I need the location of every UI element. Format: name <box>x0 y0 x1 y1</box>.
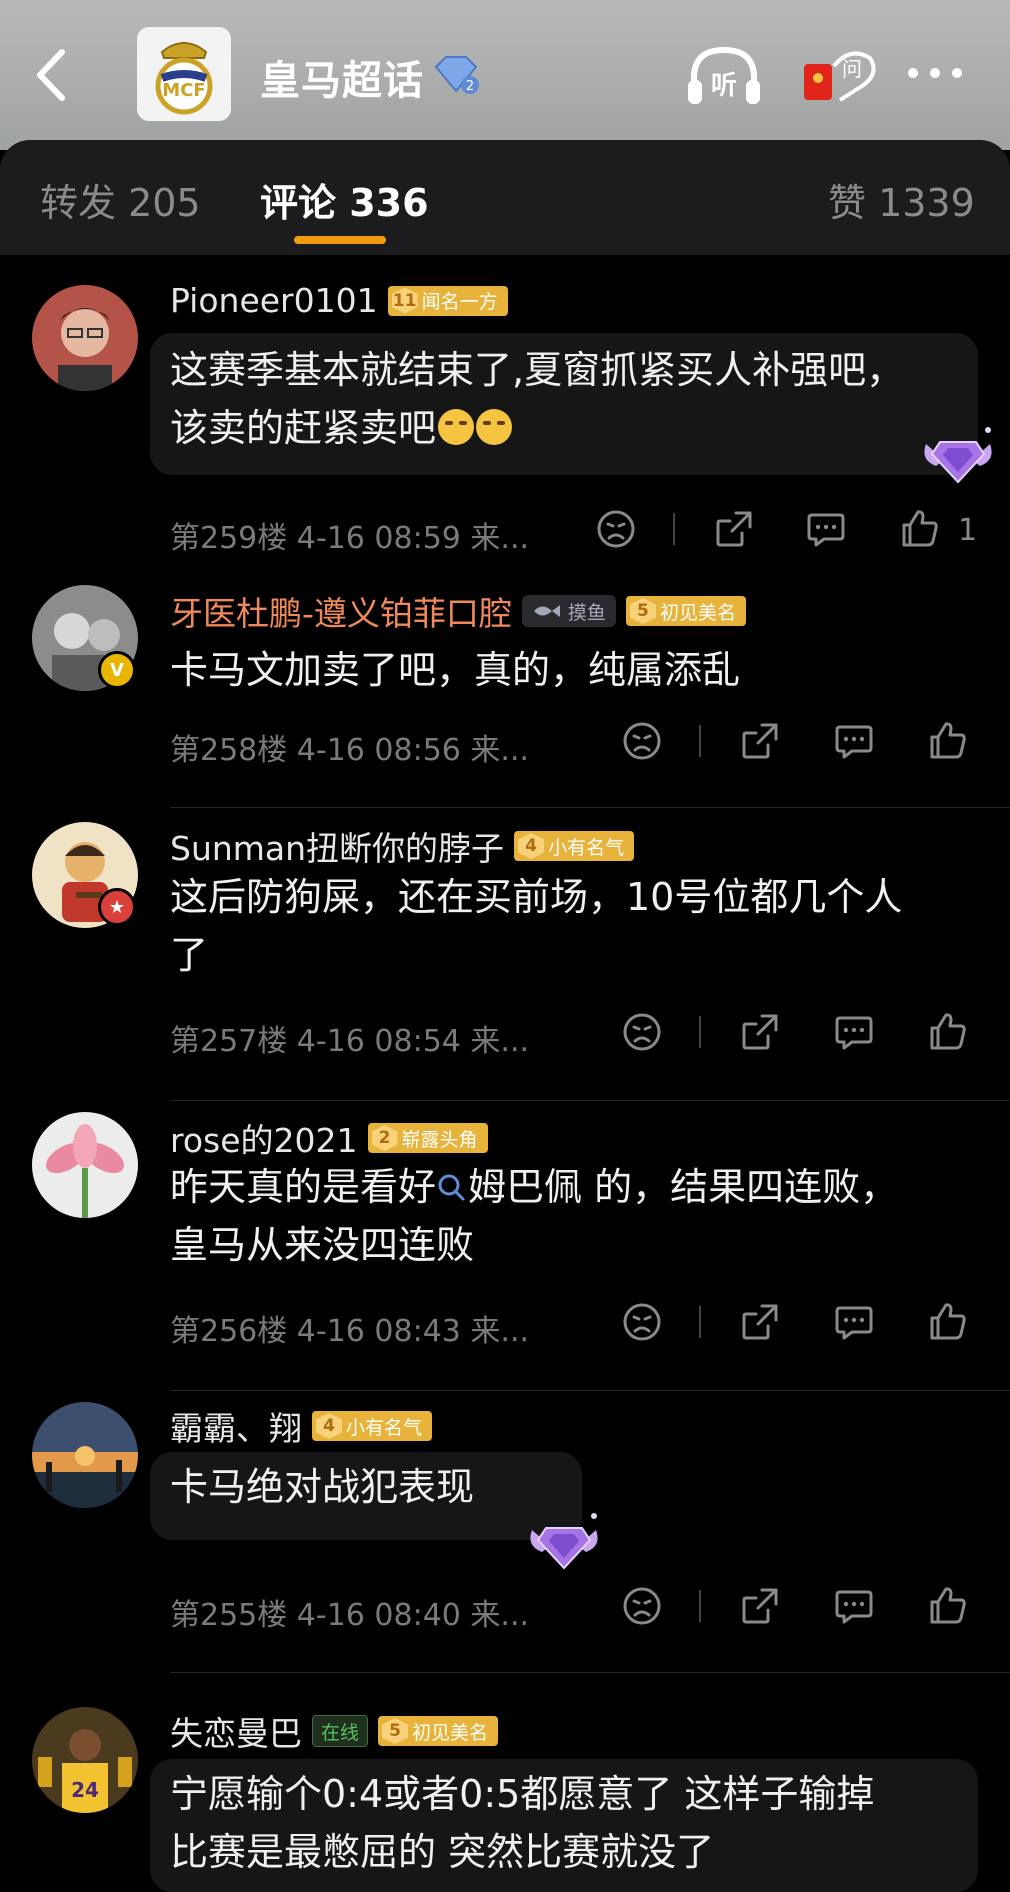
comment-item: V 牙医杜鹏-遵义铂菲口腔 摸鱼 5 初见美名 卡马文加卖了吧，真的，纯属添乱 第… <box>0 585 1010 825</box>
comment-item: 24 失恋曼巴 在线 5 初见美名 宁愿输个0:4或者0:5都愿意了 这样子输掉 … <box>0 1707 1010 1892</box>
fan-level-badge: 5 初见美名 <box>625 596 746 626</box>
diamond-rank-icon: 2 <box>432 55 482 95</box>
username[interactable]: rose的2021 <box>170 1114 358 1162</box>
page-title: 皇马超话 <box>260 58 424 104</box>
username[interactable]: Pioneer0101 <box>170 281 378 320</box>
dislike-icon[interactable] <box>620 1300 664 1344</box>
topic-link[interactable]: 姆巴佩 <box>468 1165 582 1209</box>
fish-icon <box>533 605 560 617</box>
comment-text: 卡马绝对战犯表现 <box>170 1465 475 1509</box>
comment-list: Pioneer0101 11 闻名一方 这赛季基本就结束了,夏窗抓紧买人补强吧， … <box>0 255 1010 1892</box>
dislike-icon[interactable] <box>620 1584 664 1628</box>
svg-text:MCF: MCF <box>162 80 205 101</box>
star-badge-icon: ★ <box>98 888 136 926</box>
comment-item: Pioneer0101 11 闻名一方 这赛季基本就结束了,夏窗抓紧买人补强吧， … <box>0 255 1010 556</box>
laugh-cry-emoji-icon <box>476 409 513 445</box>
comment-meta: 第256楼 4-16 08:43 来... <box>170 1314 530 1349</box>
real-madrid-logo[interactable]: MCF <box>137 27 231 121</box>
comment-meta: 第259楼 4-16 08:59 来... <box>170 521 530 556</box>
comment-meta: 第257楼 4-16 08:54 来... <box>170 1024 530 1059</box>
dislike-icon[interactable] <box>620 719 664 763</box>
dislike-icon[interactable] <box>594 507 638 551</box>
comment-meta: 第258楼 4-16 08:56 来... <box>170 733 530 768</box>
laugh-cry-emoji-icon <box>438 409 475 445</box>
username[interactable]: 牙医杜鹏-遵义铂菲口腔 <box>170 587 512 635</box>
separator <box>673 513 675 545</box>
back-arrow-icon[interactable] <box>30 40 80 110</box>
more-icon[interactable] <box>905 40 965 110</box>
comment-meta: 第255楼 4-16 08:40 来... <box>170 1598 530 1633</box>
tab-bar: 转发 205 评论 336 赞 1339 <box>0 140 1010 255</box>
tab-comments[interactable]: 评论 336 <box>260 172 429 227</box>
like-icon[interactable] <box>926 1010 970 1054</box>
tab-likes[interactable]: 赞 1339 <box>828 172 975 227</box>
separator <box>699 1590 701 1622</box>
avatar[interactable] <box>32 285 138 391</box>
comment-icon[interactable] <box>832 1010 876 1054</box>
divider <box>170 807 1010 808</box>
separator <box>699 1016 701 1048</box>
top-bar: MCF 皇马超话 2 听 问 <box>0 0 1010 150</box>
comment-item: ★ Sunman扭断你的脖子 4 小有名气 这后防狗屎，还在买前场，10号位都几个… <box>0 822 1010 1112</box>
like-icon[interactable] <box>926 1300 970 1344</box>
search-icon <box>438 1174 465 1201</box>
fan-level-badge: 5 初见美名 <box>378 1716 499 1746</box>
comment-icon[interactable] <box>804 507 848 551</box>
active-tab-indicator <box>294 236 386 244</box>
svg-text:问: 问 <box>842 57 862 81</box>
user-line: Pioneer0101 11 闻名一方 <box>170 281 508 320</box>
like-icon[interactable] <box>926 719 970 763</box>
share-icon[interactable] <box>738 1584 782 1628</box>
fan-level-badge: 11 闻名一方 <box>387 285 508 316</box>
divider <box>170 1100 1010 1101</box>
comment-text: 卡马文加卖了吧，真的，纯属添乱 <box>170 648 741 692</box>
online-badge: 在线 <box>312 1715 369 1747</box>
user-line: 失恋曼巴 在线 5 初见美名 <box>170 1707 499 1755</box>
redpacket-ask-icon[interactable]: 问 <box>800 40 880 110</box>
diamond-decoration-icon <box>918 420 998 490</box>
comment-item: 霸霸、翔 4 小有名气 卡马绝对战犯表现 第255楼 4-16 08:40 来..… <box>0 1402 1010 1692</box>
fan-level-badge: 4 小有名气 <box>514 831 635 861</box>
svg-text:24: 24 <box>71 1778 99 1802</box>
username[interactable]: 失恋曼巴 <box>170 1707 302 1755</box>
like-icon[interactable] <box>898 507 942 551</box>
avatar[interactable]: 24 <box>32 1707 138 1813</box>
share-icon[interactable] <box>738 719 782 763</box>
user-line: 霸霸、翔 4 小有名气 <box>170 1402 433 1450</box>
share-icon[interactable] <box>738 1300 782 1344</box>
username[interactable]: 霸霸、翔 <box>170 1402 302 1450</box>
user-line: rose的2021 2 崭露头角 <box>170 1114 488 1162</box>
user-line: Sunman扭断你的脖子 4 小有名气 <box>170 822 635 870</box>
dislike-icon[interactable] <box>620 1010 664 1054</box>
separator <box>699 725 701 757</box>
comment-text: 这后防狗屎，还在买前场，10号位都几个人 了 <box>170 875 903 977</box>
comment-item: rose的2021 2 崭露头角 昨天真的是看好 姆巴佩 的，结果四连败， 皇马从来… <box>0 1112 1010 1402</box>
headphone-icon[interactable]: 听 <box>684 40 764 110</box>
like-count: 1 <box>958 513 978 548</box>
divider <box>170 1390 1010 1391</box>
separator <box>699 1306 701 1338</box>
fan-level-badge: 4 小有名气 <box>312 1411 433 1441</box>
comment-text: 这赛季基本就结束了,夏窗抓紧买人补强吧， 该卖的赶紧卖吧 <box>170 348 905 450</box>
tab-reposts[interactable]: 转发 205 <box>40 172 201 227</box>
avatar[interactable] <box>32 1112 138 1218</box>
user-line: 牙医杜鹏-遵义铂菲口腔 摸鱼 5 初见美名 <box>170 587 746 635</box>
username[interactable]: Sunman扭断你的脖子 <box>170 822 504 870</box>
share-icon[interactable] <box>738 1010 782 1054</box>
svg-text:听: 听 <box>711 71 737 101</box>
diamond-decoration-icon <box>524 1506 604 1576</box>
verified-badge-icon: V <box>98 651 136 689</box>
divider <box>170 1672 1010 1673</box>
comment-text: 宁愿输个0:4或者0:5都愿意了 这样子输掉 比赛是最憋屈的 突然比赛就没了 <box>170 1772 875 1874</box>
comment-icon[interactable] <box>832 1584 876 1628</box>
like-icon[interactable] <box>926 1584 970 1628</box>
svg-text:2: 2 <box>466 79 474 94</box>
comment-text: 昨天真的是看好 姆巴佩 的，结果四连败， 皇马从来没四连败 <box>170 1165 899 1267</box>
avatar[interactable] <box>32 1402 138 1508</box>
fan-level-badge: 2 崭露头角 <box>367 1123 488 1153</box>
comment-icon[interactable] <box>832 719 876 763</box>
comment-icon[interactable] <box>832 1300 876 1344</box>
share-icon[interactable] <box>712 507 756 551</box>
fish-badge: 摸鱼 <box>521 595 616 627</box>
